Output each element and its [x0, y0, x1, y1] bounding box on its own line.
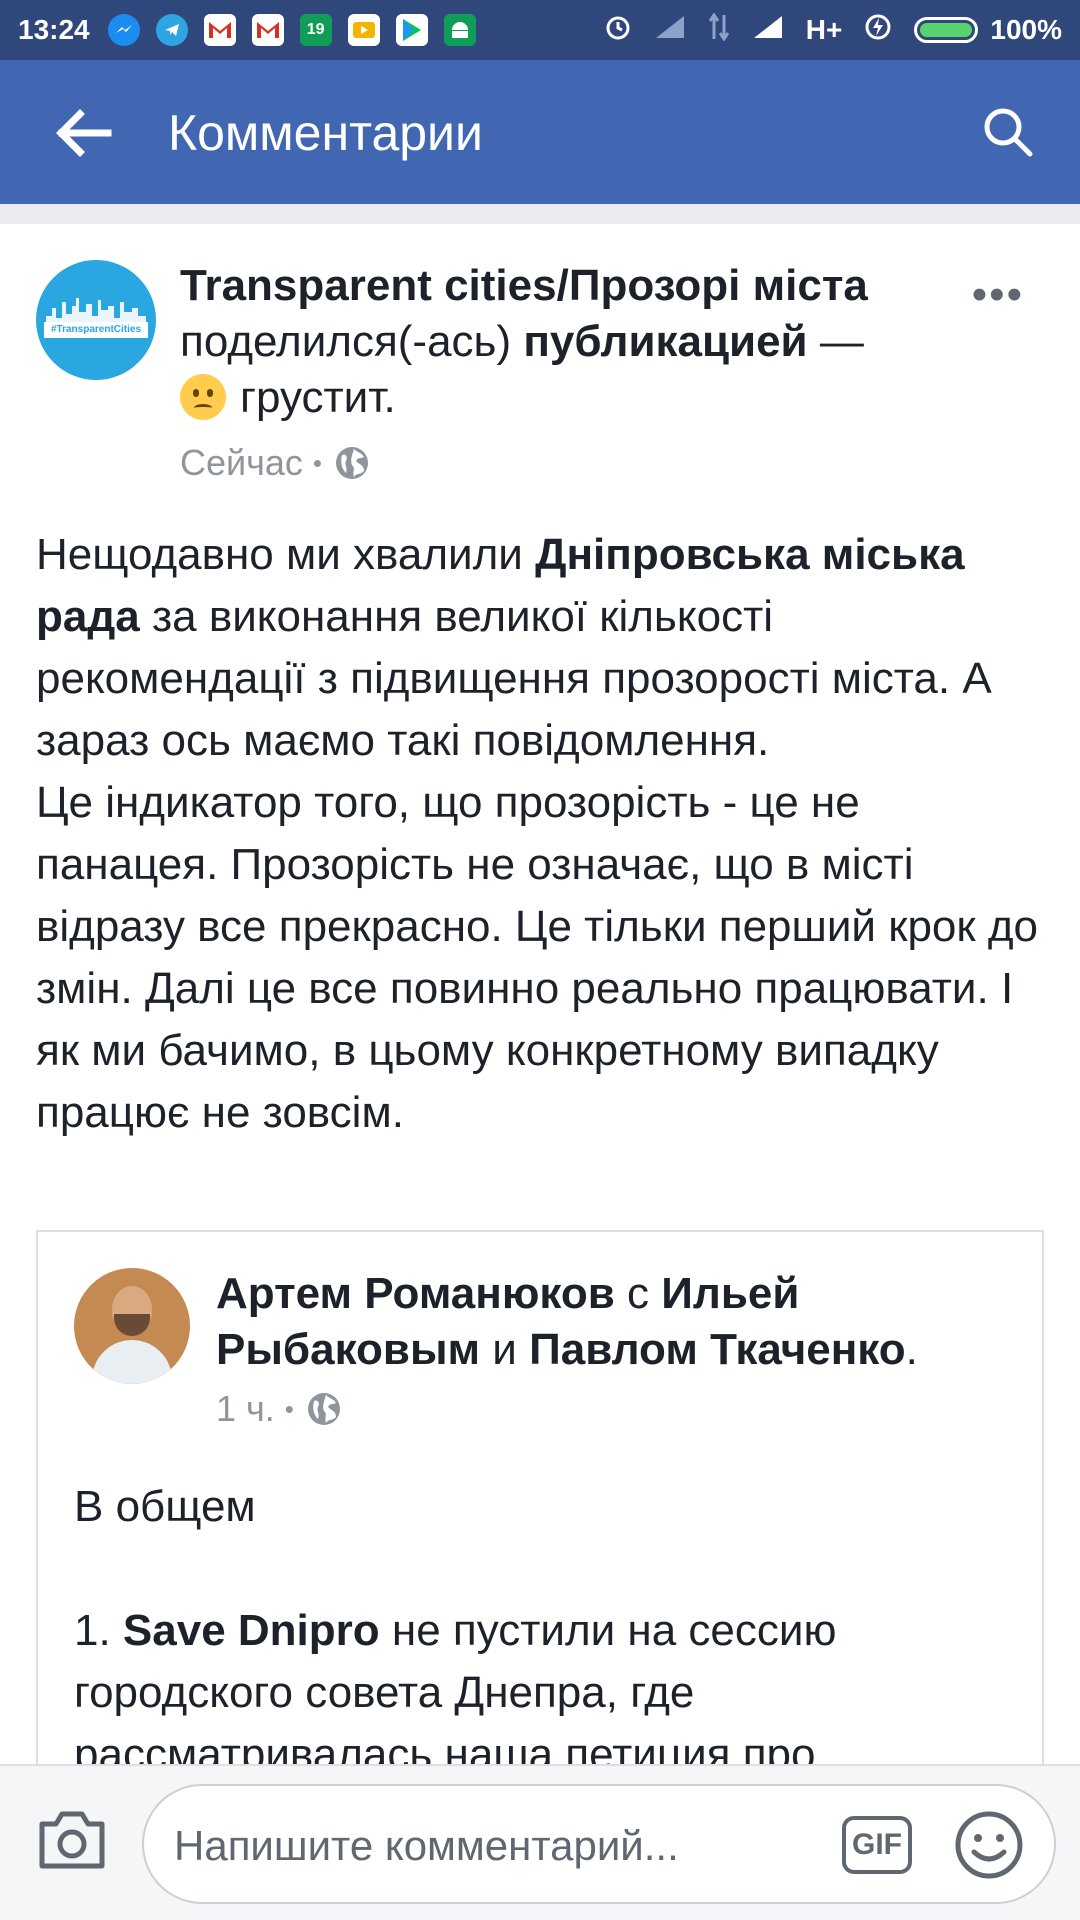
post-text-part: Нещодавно ми хвалили [36, 530, 536, 579]
data-transfer-icon [708, 11, 730, 48]
section-divider [0, 204, 1080, 224]
header-period: . [905, 1325, 918, 1374]
battery-icon [914, 17, 979, 43]
android-icon [443, 14, 476, 46]
search-icon[interactable] [980, 104, 1036, 160]
shared-post-author[interactable]: Артем Романюков [216, 1269, 615, 1318]
network-label: H+ [805, 14, 843, 45]
comment-bar: Напишите комментарий... GIF [0, 1764, 1080, 1920]
slides-icon [347, 14, 380, 46]
camera-icon[interactable] [36, 1808, 108, 1872]
post-feeling: грустит. [240, 373, 396, 422]
page-avatar[interactable]: #TransparentCities [36, 260, 156, 380]
gmail-icon [203, 14, 236, 46]
telegram-icon [155, 14, 188, 46]
tagged-person-link[interactable]: Павлом Ткаченко [529, 1325, 906, 1374]
page-title: Комментарии [168, 105, 483, 161]
charging-icon [864, 13, 892, 48]
sad-face-icon [180, 374, 226, 420]
shared-post-meta: 1 ч. • [216, 1388, 342, 1430]
post-paragraph: Це індикатор того, що прозорість - це не… [36, 778, 1039, 1137]
shared-post-card[interactable]: Артем Романюков с Ильей Рыбаковым и Павл… [36, 1230, 1044, 1790]
shared-post-text: В общем 1. Save Dnipro не пустили на сес… [74, 1476, 1014, 1786]
comment-input[interactable]: Напишите комментарий... GIF [142, 1784, 1056, 1904]
post-paragraph: Нещодавно ми хвалили Дніпровська міська … [36, 524, 1046, 772]
item-number: 1. [74, 1606, 123, 1655]
post-meta: Сейчас • [180, 442, 370, 484]
post-header: Transparent cities/Прозорі міста поделил… [180, 258, 960, 426]
app-bar: Комментарии [0, 60, 1080, 204]
comment-placeholder: Напишите комментарий... [174, 1822, 679, 1869]
meta-separator: • [284, 1393, 294, 1424]
post-author[interactable]: Transparent cities/Прозорі міста [180, 261, 868, 310]
avatar-tag: #TransparentCities [44, 322, 148, 338]
post-text-part: за виконання великої кількості рекоменда… [36, 592, 992, 765]
shared-post-intro: В общем [74, 1482, 256, 1531]
status-indicators: H+ 100% [582, 11, 1062, 48]
smiley-icon[interactable] [954, 1810, 1024, 1880]
signal-icon [654, 14, 686, 47]
calendar-icon: 19 [299, 14, 332, 46]
post-action: поделился(-ась) [180, 317, 512, 366]
gmail-icon [251, 14, 284, 46]
post-text: Нещодавно ми хвалили Дніпровська міська … [36, 524, 1046, 1144]
gif-button[interactable]: GIF [842, 1816, 912, 1874]
header-connector: с [614, 1269, 662, 1318]
back-arrow-icon[interactable] [54, 108, 114, 158]
messenger-icon [107, 14, 140, 46]
shared-post-item: 1. Save Dnipro не пустили на сессию горо… [74, 1600, 1014, 1786]
globe-icon [307, 1393, 340, 1425]
more-options-icon[interactable]: ••• [972, 270, 1024, 320]
notification-icons: 19 [107, 14, 492, 46]
avatar[interactable] [74, 1268, 190, 1384]
post-time[interactable]: Сейчас [180, 442, 303, 484]
post-dash: — [807, 317, 864, 366]
globe-icon [336, 447, 369, 479]
play-store-icon [395, 14, 428, 46]
shared-post-header: Артем Романюков с Ильей Рыбаковым и Павл… [216, 1266, 1006, 1378]
post-object-link[interactable]: публикацией [523, 317, 807, 366]
shared-post-time[interactable]: 1 ч. [216, 1388, 275, 1430]
signal-icon [752, 14, 784, 47]
status-time: 13:24 [18, 14, 90, 45]
header-connector: и [480, 1325, 530, 1374]
alarm-icon [604, 13, 632, 48]
status-bar: 13:24 19 H+ 100% [0, 0, 1080, 60]
battery-percent: 100% [990, 14, 1062, 45]
meta-separator: • [312, 447, 323, 478]
mentioned-page-link[interactable]: Save Dnipro [123, 1606, 380, 1655]
